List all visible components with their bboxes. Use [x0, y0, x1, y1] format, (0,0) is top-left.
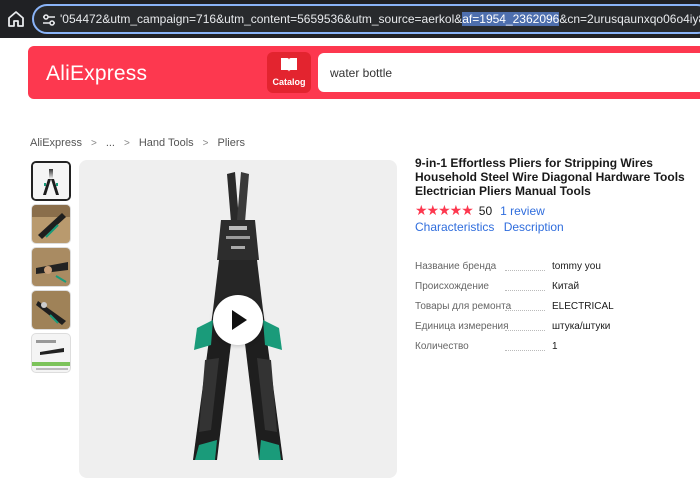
thumbnail-list — [31, 161, 73, 376]
tab-characteristics[interactable]: Characteristics — [415, 220, 494, 234]
product-image[interactable] — [79, 160, 397, 478]
spec-key: Товары для ремонта — [415, 301, 512, 312]
aliexpress-logo[interactable]: AliExpress — [46, 62, 147, 86]
spec-leader — [505, 290, 545, 291]
spec-row: Происхождение Китай — [415, 279, 700, 299]
thumbnail-5[interactable] — [31, 333, 71, 373]
rating-value: 50 — [478, 203, 493, 218]
spec-leader — [505, 350, 545, 351]
catalog-label: Catalog — [272, 77, 306, 87]
breadcrumb-item-aliexpress[interactable]: AliExpress — [30, 137, 82, 149]
chevron-right-icon: > — [202, 138, 209, 149]
site-settings-icon[interactable] — [41, 12, 57, 28]
spec-value: штука/штуки — [552, 321, 611, 332]
chevron-right-icon: > — [90, 138, 97, 149]
spec-value: Китай — [552, 281, 580, 292]
spec-key: Происхождение — [415, 281, 489, 292]
spec-row: Количество 1 — [415, 339, 700, 359]
reviews-link[interactable]: 1 review — [500, 204, 545, 218]
url-part: &cn=2urusqaunxqo06o4iy8ez052d — [559, 12, 700, 26]
chevron-right-icon: > — [123, 138, 130, 149]
spec-value: ELECTRICAL — [552, 301, 614, 312]
spec-value: 1 — [552, 341, 558, 352]
spec-row: Товары для ремонта ELECTRICAL — [415, 299, 700, 319]
spec-key: Название бренда — [415, 261, 497, 272]
spec-value: tommy you — [552, 261, 601, 272]
url-text[interactable]: '054472&utm_campaign=716&utm_content=565… — [60, 12, 700, 26]
product-title: 9-in-1 Effortless Pliers for Stripping W… — [415, 156, 685, 198]
rating-row: ★★★★★ 50 1 review — [415, 202, 545, 218]
thumbnail-4[interactable] — [31, 290, 71, 330]
spec-leader — [505, 330, 545, 331]
video-play-button[interactable] — [213, 295, 263, 345]
spec-leader — [505, 310, 545, 311]
url-part: '054472&utm_campaign=716&utm_content=565… — [60, 12, 463, 26]
breadcrumb: AliExpress >... > Hand Tools > Pliers — [30, 137, 245, 149]
home-icon[interactable] — [6, 9, 26, 29]
thumbnail-2[interactable] — [31, 204, 71, 244]
site-header: AliExpress Catalog — [28, 46, 700, 99]
breadcrumb-item-pliers[interactable]: Pliers — [218, 137, 246, 149]
spec-key: Количество — [415, 341, 469, 352]
product-tabs: Characteristics Description — [415, 220, 570, 234]
thumbnail-1[interactable] — [31, 161, 71, 201]
spec-list: Название бренда tommy you Происхождение … — [415, 259, 700, 359]
spec-leader — [505, 270, 545, 271]
book-icon — [280, 57, 298, 73]
breadcrumb-item-hand-tools[interactable]: Hand Tools — [139, 137, 194, 149]
catalog-button[interactable]: Catalog — [267, 52, 311, 93]
spec-row: Название бренда tommy you — [415, 259, 700, 279]
play-icon — [232, 310, 247, 330]
tab-description[interactable]: Description — [504, 220, 564, 234]
spec-row: Единица измерения штука/штуки — [415, 319, 700, 339]
address-bar[interactable]: '054472&utm_campaign=716&utm_content=565… — [32, 4, 700, 34]
search-input[interactable] — [318, 53, 700, 92]
star-rating-icon: ★★★★★ — [415, 202, 474, 219]
thumbnail-3[interactable] — [31, 247, 71, 287]
browser-toolbar: '054472&utm_campaign=716&utm_content=565… — [0, 0, 700, 38]
breadcrumb-item-ellipsis[interactable]: ... — [106, 137, 115, 149]
url-selection: af=1954_2362096 — [462, 12, 560, 26]
spec-key: Единица измерения — [415, 321, 509, 332]
